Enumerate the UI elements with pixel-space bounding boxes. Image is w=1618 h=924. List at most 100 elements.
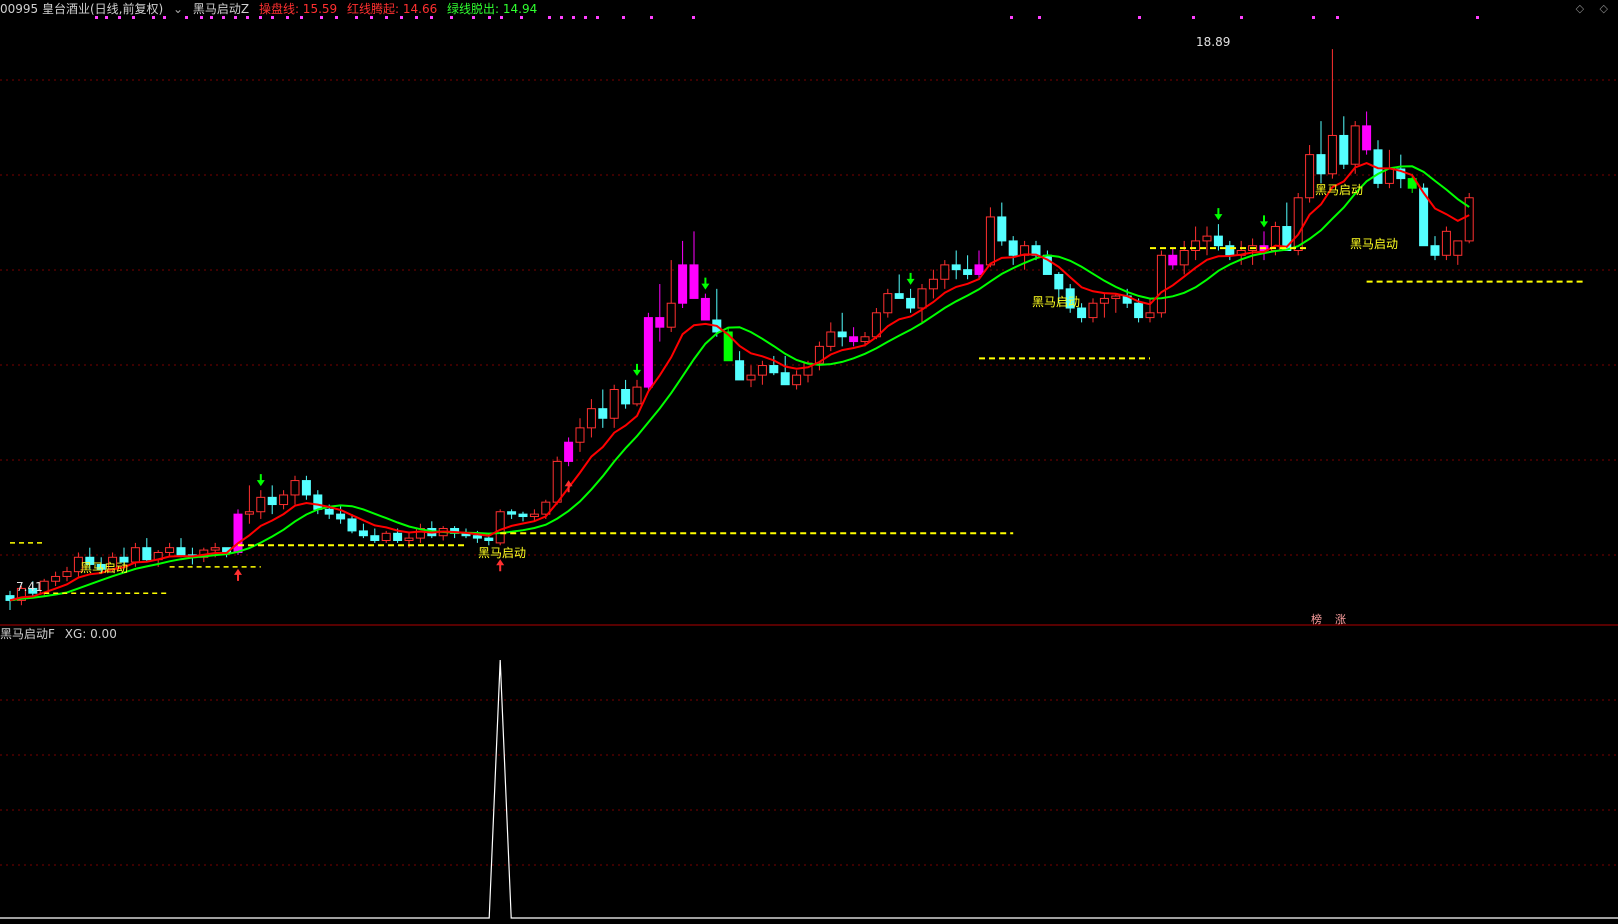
candle-body (1441, 230, 1451, 256)
candle-body (883, 293, 893, 314)
candle-body (1453, 240, 1463, 256)
candle-body (700, 297, 710, 321)
xg-line-series (0, 659, 1618, 919)
candle-body (1145, 312, 1155, 319)
marker-dot (596, 16, 599, 19)
marker-dot (650, 16, 653, 19)
candle-body (142, 547, 152, 561)
candle-body (1350, 125, 1360, 165)
candle-body (678, 264, 688, 304)
marker-dot (1192, 16, 1195, 19)
sell-arrow-icon (906, 272, 915, 285)
candle-body (1088, 302, 1098, 319)
signal-label-4: 黑马启动 (1315, 183, 1363, 197)
candle-body (735, 360, 745, 381)
marker-dot (692, 16, 695, 19)
candle-body (894, 293, 904, 299)
xg-line (0, 659, 1618, 919)
marker-dot (548, 16, 551, 19)
sub-indicator-name[interactable]: 黑马启动F (0, 627, 55, 641)
sell-arrow-icon (701, 277, 710, 290)
candlestick-series[interactable] (5, 49, 1474, 610)
candle-body (256, 496, 266, 513)
candle-body (313, 494, 323, 510)
line3-value: 绿线脱出: 14.94 (447, 2, 538, 16)
candle-body (632, 386, 642, 405)
candle-body (609, 389, 619, 419)
candle-body (928, 278, 938, 290)
candle-body (940, 264, 950, 280)
candle-body (130, 547, 140, 563)
indicator-name[interactable]: 黑马启动Z (193, 2, 249, 16)
window-controls[interactable]: ◇ ◇ (1576, 0, 1614, 18)
candle-body (985, 216, 995, 266)
candle-body (518, 513, 528, 518)
candle-body (404, 537, 414, 541)
candle-body (1316, 154, 1326, 175)
candle-body (1077, 307, 1087, 319)
marker-dot (584, 16, 587, 19)
candle-body (529, 513, 539, 518)
candle-body (381, 532, 391, 541)
candle-body (1293, 197, 1303, 251)
candle-body (1430, 245, 1440, 256)
candle-body (1168, 254, 1178, 266)
candle-body (757, 365, 767, 376)
candle-body (279, 494, 289, 506)
sell-arrow-icon (256, 474, 265, 487)
candle-body (860, 336, 870, 343)
candle-body (997, 216, 1007, 242)
rank-badge: 榜 (1311, 612, 1322, 626)
candle-body (917, 288, 927, 309)
buy-arrow-icon (496, 559, 505, 572)
candle-body (963, 269, 973, 275)
marker-dot (1038, 16, 1041, 19)
marker-dot (1476, 16, 1479, 19)
marker-dot (572, 16, 575, 19)
signal-markers (95, 16, 1479, 581)
marker-dot (560, 16, 563, 19)
signal-label-1: 黑马启动 (80, 561, 128, 575)
stock-title[interactable]: 00995 皇台酒业(日线,前复权) (0, 2, 163, 16)
candle-body (51, 575, 61, 582)
low-price-label: 7.41 (16, 580, 43, 594)
candle-body (370, 535, 380, 541)
candle-body (1305, 154, 1315, 199)
candle-body (165, 547, 175, 553)
candle-body (575, 427, 585, 443)
red-line (9, 162, 1470, 602)
chart-header: 00995 皇台酒业(日线,前复权) ⌄ 黑马启动Z 操盘线: 15.59 红线… (0, 0, 543, 18)
sell-arrow-icon (1260, 215, 1268, 228)
indicator-menu-icon[interactable]: ⌄ (173, 2, 183, 16)
candle-body (358, 530, 368, 537)
candle-body (769, 365, 779, 374)
candle-body (1008, 240, 1018, 256)
candle-body (951, 264, 961, 271)
rise-badge: 涨 (1335, 613, 1346, 626)
candle-body (290, 480, 300, 496)
sub-chart-header: 黑马启动F XG: 0.00 (0, 626, 123, 642)
sell-arrow-icon (1214, 208, 1223, 221)
candle-body (564, 441, 574, 462)
buy-arrow-icon (234, 568, 242, 581)
candle-body (1179, 249, 1189, 266)
candle-body (792, 374, 802, 386)
candle-body (643, 317, 653, 388)
candle-body (586, 408, 596, 429)
candle-body (552, 460, 562, 503)
signal-label-3: 黑马启动 (1032, 295, 1080, 309)
candle-body (176, 547, 186, 556)
candle-body (393, 532, 403, 541)
candle-body (1384, 168, 1394, 184)
candle-body (336, 513, 346, 520)
candle-body (210, 547, 220, 551)
marker-dot (1336, 16, 1339, 19)
chart-canvas[interactable]: 18.89 7.41 黑马启动 黑马启动 黑马启动 黑马启动 黑马启动 榜 涨 (0, 0, 1618, 924)
candle-body (1111, 295, 1121, 299)
candle-body (849, 336, 859, 343)
candle-body (906, 297, 916, 309)
marker-dot (1312, 16, 1315, 19)
candle-body (837, 331, 847, 338)
candle-body (1099, 297, 1109, 304)
candle-body (301, 480, 311, 496)
